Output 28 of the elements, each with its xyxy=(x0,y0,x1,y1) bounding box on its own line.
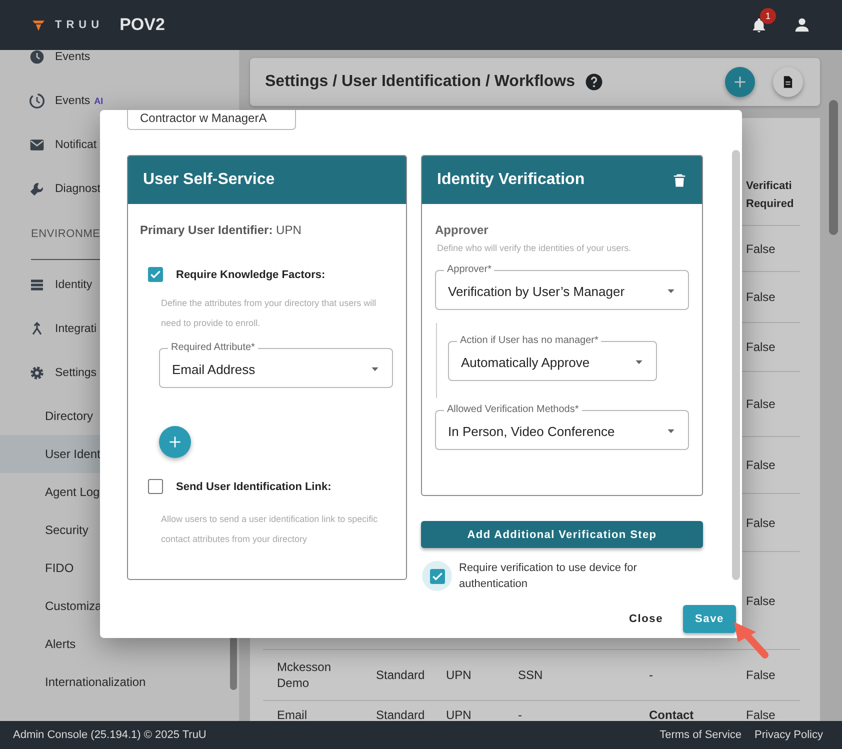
copyright-text: Admin Console (25.194.1) © 2025 TruU xyxy=(13,729,206,741)
table-cell-text: - xyxy=(517,707,523,721)
breadcrumb: Settings / User Identification / Workflows xyxy=(265,73,575,91)
option-label: Send User Identification Link: xyxy=(176,480,332,492)
table-cell: UPN xyxy=(440,650,512,701)
card-title: Identity Verification xyxy=(437,171,585,189)
table-cell: - xyxy=(643,650,740,701)
table-cell: SSN xyxy=(512,650,643,701)
ai-tag: AI xyxy=(94,96,104,106)
table-cell-text: Contact xyxy=(648,707,695,721)
table-cell: Mckesson Demo xyxy=(263,650,370,701)
table-cell-text: False xyxy=(745,707,776,721)
hint-text: Define who will verify the identities of your users. xyxy=(437,242,632,255)
notification-badge: 1 xyxy=(760,8,776,24)
section-title: Approver xyxy=(435,223,490,237)
hint-text: Allow users to send a user identification link to specific contact attributes from your directory xyxy=(161,513,379,546)
option-label: Require verification to use device for authentication xyxy=(459,561,638,592)
hint-text: Define the attributes from your directory that users will need to provide to enroll. xyxy=(161,297,378,330)
table-cell: Standard xyxy=(370,650,440,701)
primary-identifier: Primary User Identifier: UPN xyxy=(140,223,302,237)
option-label: Require Knowledge Factors: xyxy=(176,268,326,280)
table-cell-text: Email xyxy=(276,707,308,721)
card-title: User Self-Service xyxy=(143,171,275,189)
table-cell-text: Standard xyxy=(375,707,426,721)
app-title: POV2 xyxy=(120,15,165,35)
table-cell-text: UPN xyxy=(445,707,472,721)
logo-text: TRUU xyxy=(55,19,104,31)
table-cell: False xyxy=(740,650,800,701)
